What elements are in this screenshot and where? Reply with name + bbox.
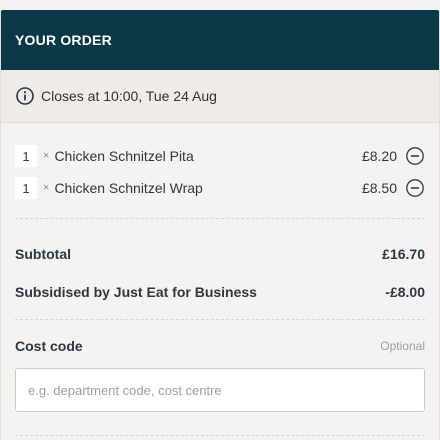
optional-hint: Optional: [380, 339, 425, 353]
order-items: 1 × Chicken Schnitzel Pita £8.20 1 × Chi…: [1, 123, 439, 204]
item-quantity[interactable]: 1: [15, 177, 37, 199]
item-quantity[interactable]: 1: [15, 145, 37, 167]
totals: Subtotal £16.70 Subsidised by Just Eat f…: [1, 219, 439, 319]
item-price: £8.50: [361, 180, 397, 196]
remove-icon[interactable]: [405, 146, 425, 166]
subsidy-row: Subsidised by Just Eat for Business -£8.…: [15, 273, 425, 311]
cost-code-input[interactable]: [15, 368, 425, 412]
cost-code-section: Cost code Optional: [1, 320, 439, 412]
item-name: Chicken Schnitzel Pita: [54, 148, 194, 164]
closing-banner: Closes at 10:00, Tue 24 Aug: [1, 70, 439, 123]
order-header: YOUR ORDER: [1, 10, 439, 70]
item-price: £8.20: [361, 148, 397, 164]
order-title: YOUR ORDER: [15, 32, 112, 48]
item-name: Chicken Schnitzel Wrap: [54, 180, 203, 196]
order-item: 1 × Chicken Schnitzel Wrap £8.50: [15, 172, 425, 204]
cost-code-header: Cost code Optional: [15, 336, 425, 356]
times-sign: ×: [43, 182, 50, 194]
divider: [15, 435, 425, 436]
order-panel: YOUR ORDER Closes at 10:00, Tue 24 Aug 1…: [0, 10, 440, 440]
subtotal-row: Subtotal £16.70: [15, 235, 425, 273]
subsidy-value: -£8.00: [385, 284, 425, 300]
subtotal-value: £16.70: [382, 246, 425, 262]
info-icon: [15, 86, 35, 106]
order-item: 1 × Chicken Schnitzel Pita £8.20: [15, 140, 425, 172]
remove-icon[interactable]: [405, 178, 425, 198]
cost-code-label: Cost code: [15, 338, 83, 354]
closing-text: Closes at 10:00, Tue 24 Aug: [41, 88, 217, 104]
subsidy-label: Subsidised by Just Eat for Business: [15, 284, 257, 300]
subtotal-label: Subtotal: [15, 246, 71, 262]
times-sign: ×: [43, 150, 50, 162]
